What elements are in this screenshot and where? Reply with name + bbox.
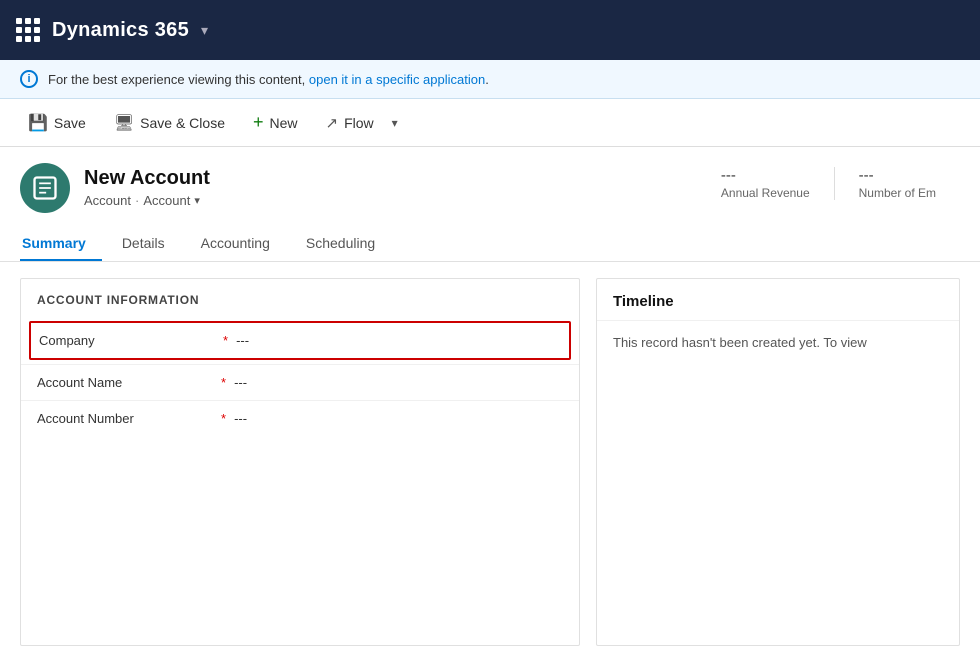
record-header: New Account Account · Account ▾ --- Annu…	[0, 147, 980, 262]
new-button[interactable]: + New	[241, 106, 310, 139]
account-info-panel: ACCOUNT INFORMATION Company * --- Accoun…	[20, 278, 580, 646]
account-number-required: *	[221, 411, 226, 426]
company-field-label: Company	[39, 333, 219, 348]
tab-details[interactable]: Details	[106, 227, 181, 261]
company-required-marker: *	[223, 333, 228, 348]
info-icon: i	[20, 70, 38, 88]
timeline-panel: Timeline This record hasn't been created…	[596, 278, 960, 646]
breadcrumb-account2-dropdown[interactable]: Account ▾	[143, 193, 200, 208]
company-field-row[interactable]: Company * ---	[29, 321, 571, 360]
timeline-empty-message: This record hasn't been created yet. To …	[597, 321, 959, 365]
account-name-required: *	[221, 375, 226, 390]
annual-revenue-value: ---	[721, 167, 810, 184]
breadcrumb-chevron-icon: ▾	[194, 194, 200, 207]
account-number-label: Account Number	[37, 411, 217, 426]
topbar: Dynamics 365 ▾	[0, 0, 980, 60]
num-employees-value: ---	[859, 167, 936, 184]
record-stats: --- Annual Revenue --- Number of Em	[697, 163, 960, 200]
annual-revenue-label: Annual Revenue	[721, 186, 810, 200]
stat-annual-revenue: --- Annual Revenue	[697, 167, 834, 200]
account-name-label: Account Name	[37, 375, 217, 390]
account-name-value: ---	[234, 375, 247, 390]
info-banner-text: For the best experience viewing this con…	[48, 72, 489, 87]
info-banner: i For the best experience viewing this c…	[0, 60, 980, 99]
tabs: Summary Details Accounting Scheduling	[20, 227, 960, 261]
save-close-label: Save & Close	[140, 115, 225, 131]
flow-group: ↗ Flow ▾	[314, 108, 404, 138]
flow-icon: ↗	[326, 114, 339, 132]
stat-num-employees: --- Number of Em	[834, 167, 960, 200]
topbar-chevron-icon[interactable]: ▾	[201, 22, 208, 39]
save-close-button[interactable]: 🖥 Save & Close	[102, 107, 237, 139]
account-number-field-row[interactable]: Account Number * ---	[21, 400, 579, 436]
record-name: New Account	[84, 165, 210, 191]
flow-chevron-button[interactable]: ▾	[386, 110, 404, 136]
topbar-title: Dynamics 365	[52, 19, 189, 42]
timeline-title: Timeline	[597, 279, 959, 321]
main-content: ACCOUNT INFORMATION Company * --- Accoun…	[0, 262, 980, 662]
tab-scheduling[interactable]: Scheduling	[290, 227, 391, 261]
save-button-label: Save	[54, 115, 86, 131]
flow-button[interactable]: ↗ Flow	[314, 108, 386, 138]
record-breadcrumb: Account · Account ▾	[84, 193, 210, 208]
save-icon: 💾	[28, 113, 48, 133]
toolbar: 💾 Save 🖥 Save & Close + New ↗ Flow ▾	[0, 99, 980, 147]
new-icon: +	[253, 112, 264, 133]
panel-title: ACCOUNT INFORMATION	[21, 279, 579, 317]
record-identity: New Account Account · Account ▾	[20, 163, 210, 213]
tab-accounting[interactable]: Accounting	[185, 227, 286, 261]
account-name-field-row[interactable]: Account Name * ---	[21, 364, 579, 400]
num-employees-label: Number of Em	[859, 186, 936, 200]
new-button-label: New	[270, 115, 298, 131]
company-field-value: ---	[236, 333, 249, 348]
app-grid-icon[interactable]	[16, 18, 40, 42]
breadcrumb-separator: ·	[135, 193, 139, 208]
breadcrumb-account1: Account	[84, 193, 131, 208]
save-button[interactable]: 💾 Save	[16, 107, 98, 139]
breadcrumb-account2: Account	[143, 193, 190, 208]
avatar	[20, 163, 70, 213]
save-close-icon: 🖥	[114, 113, 134, 133]
account-number-value: ---	[234, 411, 247, 426]
info-banner-link[interactable]: open it in a specific application	[309, 72, 485, 87]
flow-button-label: Flow	[344, 115, 374, 131]
tab-summary[interactable]: Summary	[20, 227, 102, 261]
